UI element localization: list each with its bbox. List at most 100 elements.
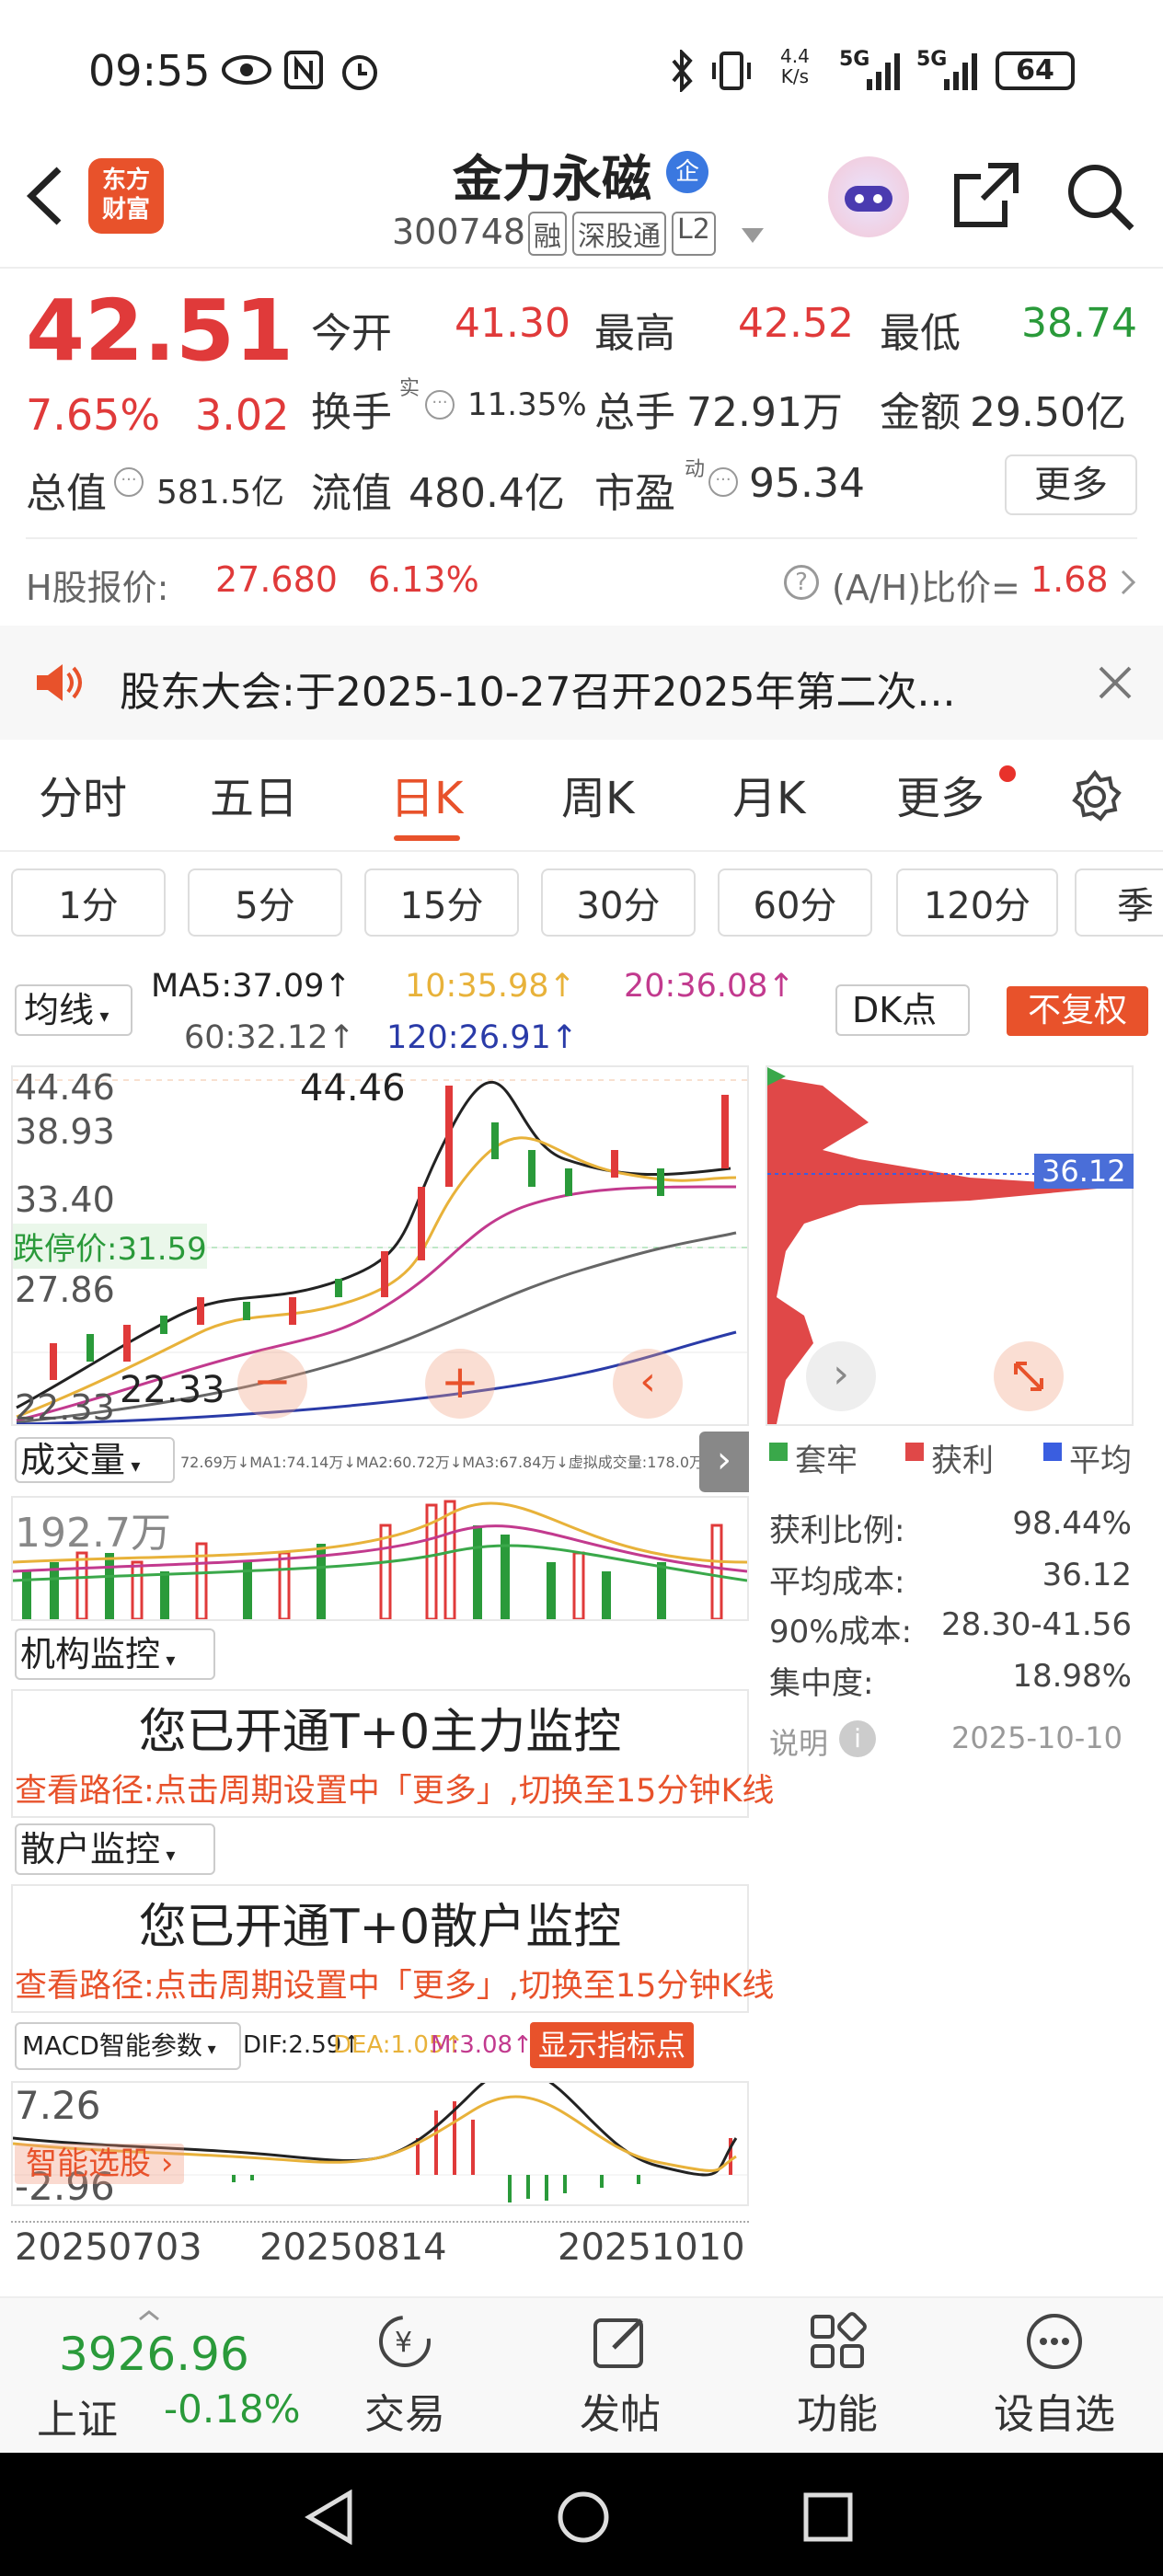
chip-note[interactable]: 说明: [769, 1720, 828, 1763]
tab-five-day[interactable]: 五日: [210, 762, 298, 826]
ma60-value: 60:32.12↑: [184, 1019, 355, 1056]
nav-watchlist[interactable]: 设自选: [981, 2309, 1128, 2440]
index-value[interactable]: 3926.96: [59, 2328, 249, 2381]
institution-selector[interactable]: 机构监控 ▾: [15, 1628, 215, 1680]
hshare-price: 27.680: [215, 559, 338, 600]
period-60min[interactable]: 60分: [718, 868, 872, 937]
signal2-icon: [942, 50, 983, 96]
share-icon[interactable]: [951, 160, 1021, 234]
high-label: 最高: [594, 310, 675, 357]
date-label-2: 20250814: [259, 2226, 447, 2269]
chevron-right-icon[interactable]: [1119, 569, 1137, 600]
zoom-out-button[interactable]: −: [237, 1349, 307, 1419]
zoom-in-button[interactable]: +: [425, 1349, 495, 1419]
volume-ylabel: 192.7万: [15, 1510, 171, 1557]
volume-value: 72.91万: [686, 389, 843, 436]
tab-monthly-k[interactable]: 月K: [732, 762, 805, 826]
recents-square-icon[interactable]: [802, 2491, 854, 2547]
float-value: 480.4亿: [409, 470, 565, 517]
info-icon[interactable]: i: [839, 1720, 876, 1757]
macd-selector[interactable]: MACD智能参数 ▾: [15, 2022, 241, 2070]
dk-label: DK点: [852, 990, 938, 1030]
tab-weekly-k[interactable]: 周K: [561, 762, 634, 826]
cost-90-value: 28.30-41.56: [941, 1606, 1132, 1643]
pe-sup: 动: [685, 458, 706, 481]
y-label-5: 22.33: [15, 1387, 115, 1428]
more-icon: [1027, 2314, 1082, 2369]
period-15min[interactable]: 15分: [364, 868, 519, 937]
open-value: 41.30: [455, 300, 570, 347]
help-icon[interactable]: ?: [784, 565, 819, 600]
nav-post-label: 发帖: [580, 2391, 661, 2438]
smart-screen-tag[interactable]: 智能选股 ›: [15, 2144, 185, 2184]
tab-underline: [394, 835, 460, 841]
home-circle-icon[interactable]: [556, 2490, 611, 2548]
show-indicator-button[interactable]: 显示指标点: [530, 2022, 694, 2068]
volume-selector[interactable]: 成交量 ▾: [15, 1437, 175, 1483]
stock-code: 300748: [392, 212, 526, 252]
ma120-value: 120:26.91↑: [386, 1019, 579, 1056]
enterprise-badge: 企: [666, 151, 708, 193]
y-label-4: 27.86: [15, 1270, 115, 1310]
search-icon[interactable]: [1064, 160, 1137, 237]
hshare-pct: 6.13%: [368, 559, 479, 600]
price-change: 3.02: [195, 390, 290, 440]
trade-icon: ¥: [379, 2316, 431, 2367]
ma-selector[interactable]: 均线 ▾: [15, 984, 132, 1036]
nav-functions-label: 功能: [797, 2391, 878, 2438]
index-caret-icon: [138, 2307, 160, 2325]
period-quarter[interactable]: 季: [1075, 868, 1163, 937]
close-icon[interactable]: [1097, 664, 1134, 705]
back-icon[interactable]: [22, 164, 68, 232]
collapse-toggle[interactable]: ›: [699, 1432, 749, 1492]
period-5min[interactable]: 5分: [188, 868, 342, 937]
tag-shenzhen-connect: 深股通: [572, 212, 666, 256]
tab-intraday[interactable]: 分时: [39, 762, 127, 826]
robot-avatar[interactable]: [828, 156, 909, 237]
avg-cost-value: 36.12: [1042, 1557, 1132, 1593]
hshare-label: H股报价:: [26, 568, 169, 608]
legend-average: 平均: [1069, 1443, 1132, 1479]
tag-l2: L2: [672, 212, 716, 256]
amount-value: 29.50亿: [970, 389, 1126, 436]
period-120min[interactable]: 120分: [896, 868, 1058, 937]
ma20-value: 20:36.08↑: [624, 968, 795, 1005]
caret-down-icon[interactable]: [740, 226, 766, 248]
tab-daily-k[interactable]: 日K: [390, 762, 463, 826]
low-marker: 22.33: [120, 1369, 225, 1411]
notice-text: 股东大会:于2025-10-27召开2025年第二次...: [120, 669, 956, 716]
tab-more[interactable]: 更多: [896, 762, 985, 826]
period-30min[interactable]: 30分: [541, 868, 696, 937]
enterprise-badge-text: 企: [674, 158, 699, 186]
turnover-label: 换手: [311, 389, 392, 436]
notification-dot: [999, 765, 1016, 782]
nav-trade[interactable]: ¥ 交易: [331, 2309, 478, 2440]
back-triangle-icon[interactable]: [304, 2489, 355, 2548]
period-1min[interactable]: 1分: [11, 868, 166, 937]
info-dots-icon[interactable]: ···: [114, 467, 144, 497]
no-adjust-button[interactable]: 不复权: [1007, 986, 1148, 1036]
retail-selector[interactable]: 散户监控 ▾: [15, 1823, 215, 1875]
next-button[interactable]: ›: [806, 1341, 876, 1411]
nav-functions[interactable]: 功能: [764, 2309, 911, 2440]
info-dots-icon[interactable]: ···: [708, 467, 738, 497]
index-name[interactable]: 上证: [37, 2386, 118, 2445]
more-quote-button[interactable]: 更多: [1005, 454, 1137, 515]
dk-selector[interactable]: DK点: [835, 984, 970, 1036]
nav-post[interactable]: 发帖: [547, 2309, 694, 2440]
y-label-3: 33.40: [15, 1179, 115, 1220]
app-logo: 东方 财富: [88, 158, 164, 234]
gear-icon[interactable]: [1067, 769, 1123, 828]
volume-selector-label: 成交量: [20, 1440, 126, 1480]
info-dots-icon[interactable]: ···: [425, 390, 455, 420]
battery-level: 64: [1016, 54, 1054, 86]
mcap-value: 581.5亿: [156, 474, 285, 512]
grid-icon: [811, 2312, 867, 2368]
open-label: 今开: [311, 310, 392, 357]
date-label-3: 20251010: [558, 2226, 745, 2269]
scroll-left-button[interactable]: ‹: [613, 1349, 683, 1419]
y-label-1: 44.46: [15, 1067, 115, 1108]
expand-icon[interactable]: [994, 1341, 1064, 1411]
profit-ratio-label: 获利比例:: [769, 1512, 905, 1549]
bluetooth-icon: [668, 48, 696, 96]
